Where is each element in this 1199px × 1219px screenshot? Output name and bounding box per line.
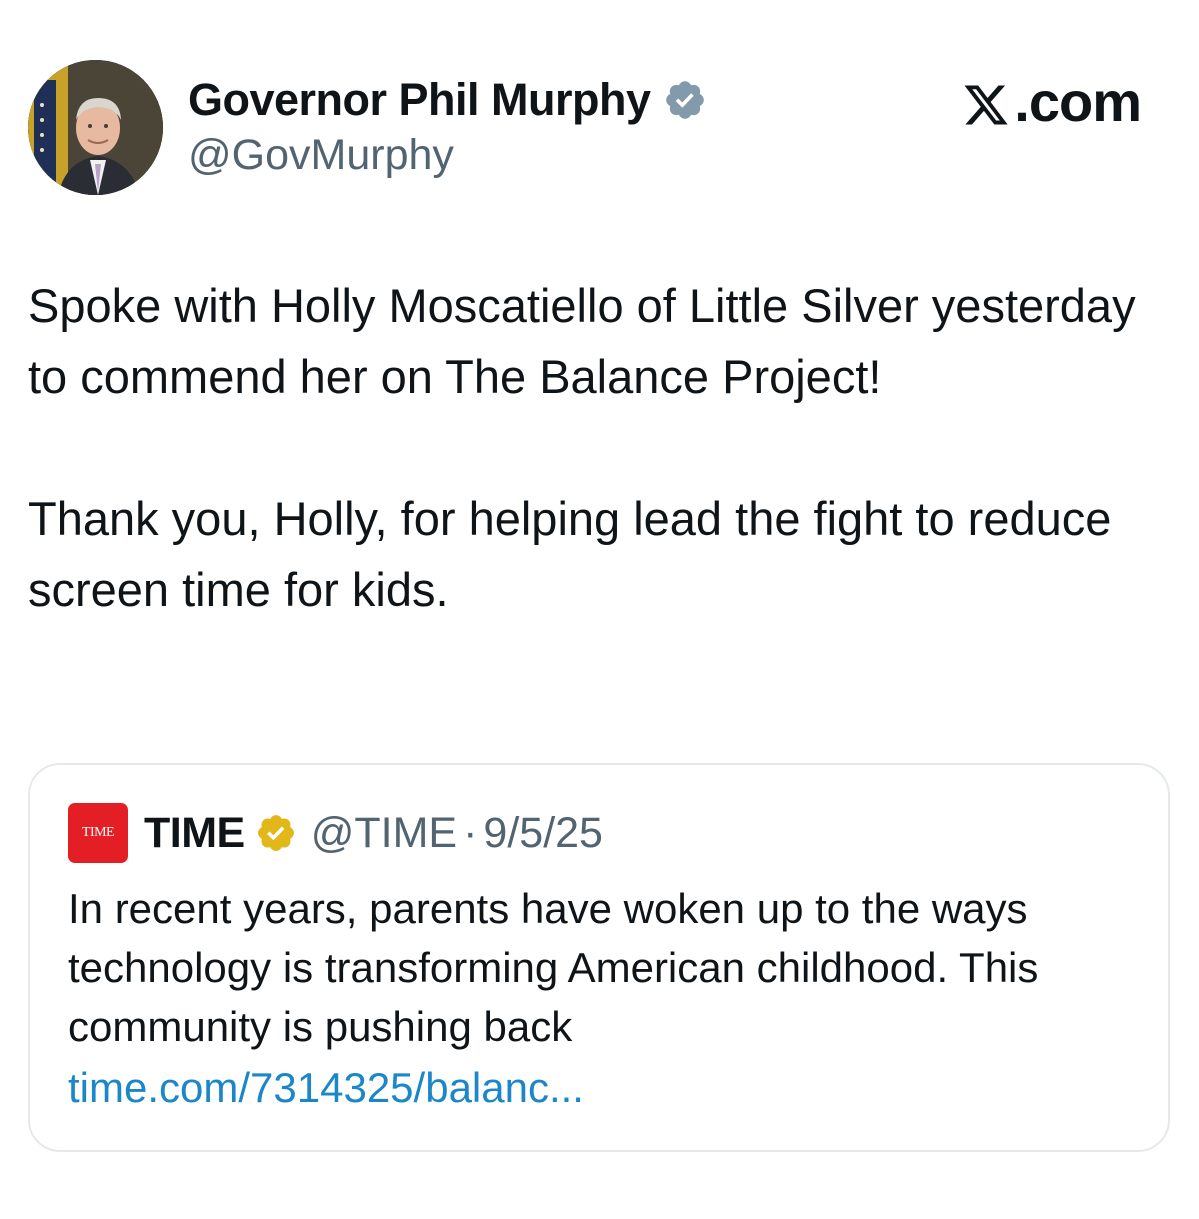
quote-display-name[interactable]: TIME <box>144 809 245 858</box>
quoted-tweet-card[interactable]: TIME TIME @TIME · 9/5/25 In recent years… <box>28 763 1170 1152</box>
profile-photo <box>28 60 163 195</box>
x-brand: .com <box>962 70 1142 134</box>
author-name-text: Governor Phil Murphy <box>188 74 651 125</box>
brand-domain-label: .com <box>1014 70 1142 133</box>
quote-header: TIME TIME @TIME · 9/5/25 <box>68 803 603 863</box>
author-display-name[interactable]: Governor Phil Murphy <box>188 72 707 128</box>
time-logo-icon[interactable]: TIME <box>68 803 128 863</box>
quote-link[interactable]: time.com/7314325/balanc... <box>68 1058 584 1117</box>
tweet-paragraph: Spoke with Holly Moscatiello of Little S… <box>28 279 1136 403</box>
quote-handle[interactable]: @TIME <box>311 809 457 858</box>
time-logo-text: TIME <box>81 825 115 840</box>
verified-badge-icon <box>663 78 707 122</box>
tweet-body: Spoke with Holly Moscatiello of Little S… <box>28 270 1148 625</box>
avatar[interactable] <box>28 60 163 195</box>
gold-verified-badge-icon <box>255 812 297 854</box>
quote-date[interactable]: 9/5/25 <box>483 809 603 858</box>
quote-body-text: In recent years, parents have woken up t… <box>68 885 1039 1050</box>
separator-dot: · <box>463 808 478 857</box>
author-handle[interactable]: @GovMurphy <box>188 128 454 182</box>
x-logo-icon <box>962 78 1010 126</box>
tweet-paragraph: Thank you, Holly, for helping lead the f… <box>28 492 1112 616</box>
